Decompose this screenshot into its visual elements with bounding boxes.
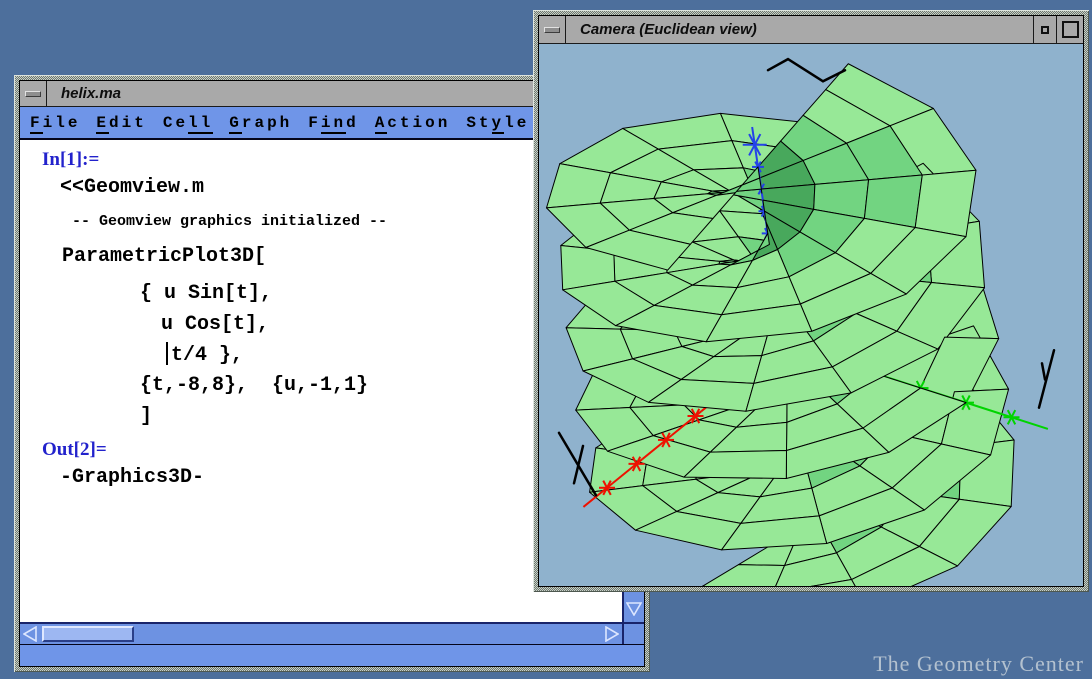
message-line: -- Geomview graphics initialized -- [72,213,387,230]
menu-style[interactable]: Style [466,114,529,132]
arrow-left-icon [23,626,37,642]
window-menu-icon [25,91,41,97]
out-value: -Graphics3D- [60,466,204,489]
camera-window-title: Camera (Euclidean view) [566,16,1033,43]
window-menu-button[interactable] [20,81,47,106]
desktop: The Geometry Center helix.ma File Edit C… [0,0,1092,679]
helicoid-3d-view[interactable] [539,44,1083,586]
camera-titlebar[interactable]: Camera (Euclidean view) [539,16,1083,44]
iconify-icon [1041,26,1049,34]
scroll-right-button[interactable] [602,624,622,644]
arrow-down-icon [626,602,642,616]
menu-cell[interactable]: Cell [163,114,213,132]
menu-file[interactable]: File [30,114,80,132]
arrow-right-icon [605,626,619,642]
notebook-footer [20,644,644,666]
camera-viewport[interactable] [539,44,1083,586]
horizontal-scrollbar-thumb[interactable] [42,626,134,642]
code-line-4: t/4 }, [171,344,243,367]
code-line-2: { u Sin[t], [140,282,272,305]
horizontal-scrollbar[interactable] [20,624,622,644]
geometry-center-watermark: The Geometry Center [873,651,1084,677]
camera-window: Camera (Euclidean view) [533,10,1089,592]
menu-graph[interactable]: Graph [229,114,292,132]
window-menu-icon [544,27,560,33]
menu-edit[interactable]: Edit [96,114,146,132]
iconify-button[interactable] [1033,16,1056,43]
menu-find[interactable]: Find [308,114,358,132]
text-cursor [166,342,168,365]
out-label: Out[2]= [42,439,107,461]
in-label: In[1]:= [42,149,99,171]
menu-action[interactable]: Action [375,114,451,132]
camera-window-menu-button[interactable] [539,16,566,43]
code-line-3: u Cos[t], [161,313,269,336]
code-line-6: ] [140,405,152,428]
scroll-down-button[interactable] [625,597,643,621]
code-line-5: {t,-8,8}, {u,-1,1} [140,374,368,397]
scroll-left-button[interactable] [20,624,40,644]
maximize-button[interactable] [1056,16,1083,43]
code-line-1: ParametricPlot3D[ [62,245,266,268]
code-line-load: <<Geomview.m [60,176,204,199]
scrollbar-corner [622,624,644,644]
maximize-icon [1062,21,1079,38]
notebook-content[interactable]: In[1]:= <<Geomview.m -- Geomview graphic… [20,140,622,622]
